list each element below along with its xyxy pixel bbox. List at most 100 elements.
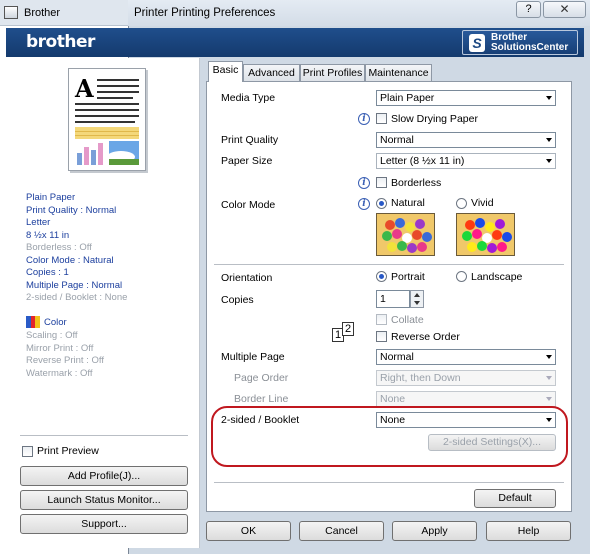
borderless-checkbox[interactable] [376,177,387,188]
summary-paper-name: Letter [26,217,51,228]
launch-status-monitor-button[interactable]: Launch Status Monitor... [20,490,188,510]
landscape-radio[interactable] [456,271,467,282]
info-icon[interactable]: i [358,198,370,210]
solutions-center-icon: S [469,34,485,52]
color-icon [26,316,40,328]
page-order-value: Right, then Down [380,372,461,384]
page-order-label: Page Order [234,372,289,384]
borderless-label: Borderless [391,177,442,189]
media-type-value: Plain Paper [380,92,435,104]
info-icon[interactable]: i [358,113,370,125]
summary-primary: Plain Paper Print Quality : Normal Lette… [26,192,116,242]
add-profile-button[interactable]: Add Profile(J)... [20,466,188,486]
summary-copies: Copies : 1 [26,267,69,278]
settings-summary-panel: A Plain Paper Print Quality : Normal Let… [6,58,200,548]
media-type-label: Media Type [221,92,276,104]
chevron-down-icon [546,376,552,380]
tab-maintenance[interactable]: Maintenance [365,64,432,81]
border-line-select[interactable]: None [376,391,556,407]
chevron-down-icon [546,159,552,163]
summary-two-sided: 2-sided / Booklet : None [26,292,128,303]
brother-banner: brother S Brother SolutionsCenter [6,28,584,57]
tab-print-profiles[interactable]: Print Profiles [300,64,365,81]
support-button[interactable]: Support... [20,514,188,534]
multiple-page-select[interactable]: Normal [376,349,556,365]
natural-label: Natural [391,197,425,209]
summary-reverse: Reverse Print : Off [26,355,104,366]
paper-size-select[interactable]: Letter (8 ½x 11 in) [376,153,556,169]
info-icon[interactable]: i [358,177,370,189]
left-divider [20,435,188,436]
reverse-order-checkbox[interactable] [376,331,387,342]
slow-drying-checkbox[interactable] [376,113,387,124]
slow-drying-label: Slow Drying Paper [391,113,478,125]
copies-input[interactable]: 1 [376,290,410,308]
chevron-up-icon[interactable] [414,293,420,297]
outer-window-titlebar: Brother [0,0,135,26]
titlebar-help-button[interactable]: ? [516,1,541,18]
page-order-select[interactable]: Right, then Down [376,370,556,386]
dialog-title: Printer Printing Preferences [134,7,276,19]
highlight-annotation [211,406,568,467]
tab-basic[interactable]: Basic [208,61,243,82]
vivid-sample-image [456,213,515,256]
default-button[interactable]: Default [474,489,556,508]
chevron-down-icon[interactable] [414,301,420,305]
document-preview-icon: A [74,74,139,165]
summary-watermark: Watermark : Off [26,367,93,379]
copies-label: Copies [221,294,254,306]
landscape-label: Landscape [471,271,523,283]
outer-window-title: Brother [24,7,61,19]
reverse-order-label: Reverse Order [391,331,460,343]
collate-checkbox[interactable] [376,314,387,325]
solutions-center-label: Brother SolutionsCenter [491,33,568,53]
print-preview-label: Print Preview [37,445,99,457]
apply-button[interactable]: Apply [392,521,477,541]
page-preview-thumbnail: A [68,68,146,171]
titlebar-close-button[interactable]: ✕ [543,1,586,18]
media-type-select[interactable]: Plain Paper [376,90,556,106]
svg-text:A: A [74,74,94,103]
copies-stepper[interactable] [410,290,424,308]
help-button[interactable]: Help [486,521,571,541]
natural-radio[interactable] [376,198,387,209]
brother-logo: brother [26,32,95,52]
summary-color-mode: Color Mode : Natural [26,254,114,266]
portrait-label: Portrait [391,271,425,283]
chevron-down-icon [546,355,552,359]
paper-size-value: Letter (8 ½x 11 in) [380,155,465,167]
chevron-down-icon [546,96,552,100]
natural-sample-image [376,213,435,256]
print-preview-checkbox[interactable] [22,446,33,457]
border-line-label: Border Line [234,393,289,405]
summary-color-mode-block: Color Mode : Natural Copies : 1 Multiple… [26,255,122,293]
multiple-page-value: Normal [380,351,414,363]
solutions-center-line2: SolutionsCenter [491,42,569,53]
vivid-label: Vivid [471,197,494,209]
chevron-down-icon [546,397,552,401]
border-line-value: None [380,393,406,405]
summary-paper-size: 8 ½x 11 in [26,229,70,241]
summary-scaling: Scaling : Off [26,330,78,341]
vivid-radio[interactable] [456,198,467,209]
print-quality-select[interactable]: Normal [376,132,556,148]
solutions-center-button[interactable]: S Brother SolutionsCenter [462,30,578,55]
print-quality-label: Print Quality [221,134,279,146]
paper-size-label: Paper Size [221,155,273,167]
summary-color-label: Color [44,317,67,328]
ok-button[interactable]: OK [206,521,291,541]
summary-multiple-page: Multiple Page : Normal [26,279,123,291]
portrait-radio[interactable] [376,271,387,282]
summary-mirror: Mirror Print : Off [26,342,94,354]
tab-advanced[interactable]: Advanced [243,64,300,81]
section-divider [214,264,564,265]
summary-media-type: Plain Paper [26,192,76,203]
multiple-page-label: Multiple Page [221,351,285,363]
summary-borderless: Borderless : Off [26,242,92,253]
orientation-label: Orientation [221,272,273,284]
collate-label: Collate [391,314,424,326]
printer-window-icon [4,6,18,19]
cancel-button[interactable]: Cancel [299,521,384,541]
collate-pages-icon: 1 2 [332,322,360,342]
color-mode-label: Color Mode [221,199,276,211]
